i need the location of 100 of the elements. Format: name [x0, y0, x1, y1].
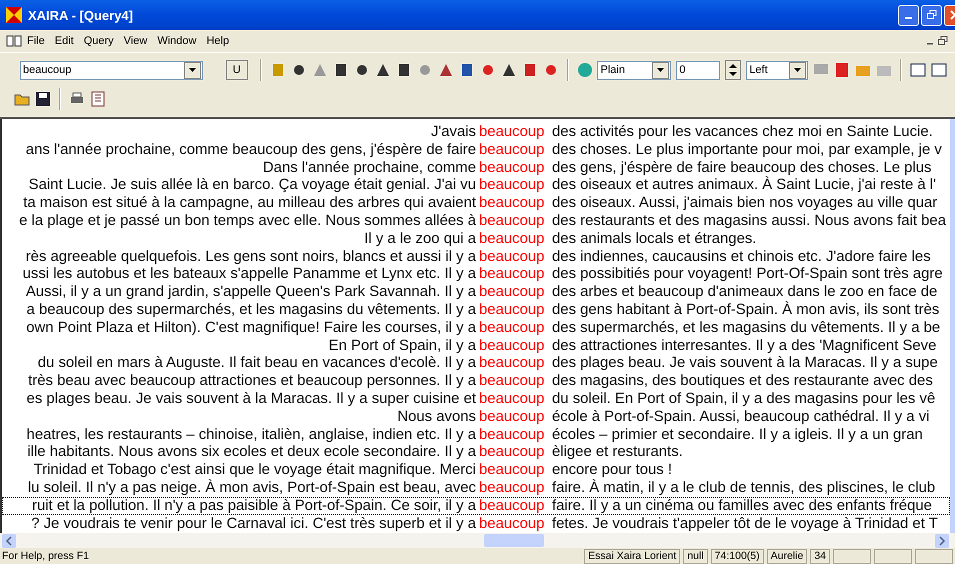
- minimize-icon: [905, 17, 912, 19]
- context-left: ruit et la pollution. Il n'y a pas paisible à Port-of-Spain. Ce soir, il y a: [32, 498, 476, 516]
- window-icon[interactable]: [910, 62, 926, 78]
- size-field[interactable]: 0: [676, 60, 720, 80]
- context-right: des animals locals et étranges.: [552, 230, 758, 249]
- context-right: des arbes et beaucoup d'animeaux dans le zoo en face de: [552, 284, 938, 301]
- context-right: des supermarchés, et les magasins du vêtements. Il y a be: [552, 320, 942, 338]
- keyword: beaucoup: [479, 373, 546, 391]
- restore-icon: [926, 10, 936, 20]
- scroll-right-icon[interactable]: [935, 534, 949, 548]
- context-left: es plages beau. Je vais souvent à la Maracas. Il y a super cuisine et: [26, 390, 476, 409]
- scroll-thumb[interactable]: [484, 534, 544, 546]
- horizontal-scrollbar[interactable]: [0, 533, 955, 548]
- context-right: des activités pour les vacances chez moi en Sainte Lucie.: [552, 124, 934, 142]
- status-panel: [915, 548, 953, 564]
- minimize-button[interactable]: [898, 4, 919, 26]
- keyword: beaucoup: [479, 320, 546, 338]
- menu-item[interactable]: Window: [152, 35, 202, 47]
- context-right: des plages beau. Je vais souvent à la Maracas. Il y a supe: [552, 355, 939, 374]
- context-right: des gens habitant à Port-of-Spain. À mon avis, ils sont très: [552, 302, 940, 320]
- keyword: beaucoup: [479, 302, 546, 320]
- book-icon: [6, 34, 22, 48]
- context-left: ille habitants. Nous avons six ecoles et deux ecole secondaire. Il y a: [27, 444, 476, 462]
- context-right: fetes. Je voudrais t'appeler tôt de le voyage à Trinidad et T: [552, 516, 939, 533]
- restore-icon[interactable]: [937, 35, 949, 47]
- keyword: beaucoup: [479, 212, 546, 231]
- context-left: heatres, les restaurants – chinoise, italièn, anglaise, indien etc. Il y a: [26, 426, 476, 444]
- context-right: des oiseaux et autres animaux. À Saint Lucie, j'ai reste à l': [552, 177, 937, 196]
- app-logo-icon: [6, 7, 22, 23]
- context-left: En Port of Spain, il y a: [328, 338, 476, 356]
- keyword: beaucoup: [479, 480, 546, 498]
- context-right: du soleil. En Port of Spain, il y a des magasins pour les vê: [552, 390, 936, 409]
- query-combo[interactable]: beaucoup: [20, 60, 203, 80]
- context-left: Saint Lucie. Je suis allée là en barco. Ça voyage était genial. J'ai vu: [28, 177, 476, 196]
- vertical-scrollbar[interactable]: [950, 119, 955, 533]
- dropdown-arrow-icon[interactable]: [794, 68, 802, 72]
- context-right: faire. À matin, il y a le club de tennis, des pliscines, le club: [552, 480, 936, 498]
- context-left: ussi les autobus et les bateaux s'appelle Panamme et Lynx etc. Il y a: [22, 266, 476, 284]
- window-icon[interactable]: [931, 62, 948, 78]
- restore-button[interactable]: [921, 4, 942, 26]
- status-panel: Essai Xaira Lorient: [584, 548, 680, 564]
- spin-icon[interactable]: [725, 60, 742, 80]
- dropdown-arrow-icon[interactable]: [657, 68, 664, 72]
- context-right: école à Port-of-Spain. Aussi, beaucoup cathédral. Il y a vi: [552, 408, 930, 427]
- keyword: beaucoup: [479, 444, 546, 462]
- u-button[interactable]: U: [226, 60, 248, 80]
- context-right: des magasins, des boutiques et des restaurante avec des: [552, 373, 934, 391]
- context-left: Nous avons: [397, 408, 476, 427]
- keyword: beaucoup: [479, 266, 546, 284]
- keyword: beaucoup: [479, 142, 546, 160]
- menu-item[interactable]: Edit: [50, 35, 79, 47]
- keyword: beaucoup: [479, 195, 546, 213]
- keyword: beaucoup: [479, 462, 546, 480]
- context-right: écoles – primier et secondaire. Il y a igleis. Il y a un gran: [552, 426, 924, 444]
- context-left: très beau avec beaucoup attractiones et beaucoup personnes. Il y a: [28, 373, 476, 391]
- context-left: Aussi, il y a un grand jardin, s'appelle Queen's Park Savannah. Il y a: [26, 284, 476, 302]
- keyword: beaucoup: [479, 338, 546, 356]
- context-right: des indiennes, caucausins et chinois etc. J'adore faire les: [552, 248, 932, 266]
- context-left: ta maison est situé à la campagne, au milleau des arbres qui avaient: [23, 195, 476, 213]
- context-left: ? Je voudrais te venir pour le Carnaval ici. C'est très superb et il y a: [31, 516, 476, 533]
- status-help-text: For Help, press F1: [2, 550, 90, 562]
- scroll-left-icon[interactable]: [2, 534, 16, 548]
- context-right: encore pour tous !: [552, 462, 674, 479]
- keyword: beaucoup: [479, 230, 546, 249]
- context-left: own Point Plaza et Hilton). C'est magnifique! Faire les courses, il y a: [26, 320, 476, 338]
- status-panel: null: [683, 548, 708, 564]
- dropdown-arrow-icon[interactable]: [188, 68, 196, 72]
- status-panel: [833, 548, 871, 564]
- context-right: des restaurants et des magasins aussi. Nous avons fait bea: [552, 212, 947, 231]
- keyword: beaucoup: [479, 248, 546, 266]
- keyword: beaucoup: [479, 498, 546, 516]
- context-left: du soleil en mars à Auguste. Il fait beau en vacances d'ecolè. Il y a: [38, 355, 476, 374]
- align-combo[interactable]: Left: [746, 60, 808, 80]
- context-left: J'avais: [430, 124, 476, 142]
- save-icon[interactable]: [35, 91, 51, 107]
- context-left: rès agreeable quelquefois. Les gens sont noirs, blancs et aussi il y a: [26, 248, 476, 266]
- context-left: lu soleil. Il n'y a pas neige. À mon avis, Port-of-Spain est beau, avec: [28, 480, 476, 498]
- context-right: des oiseaux. Aussi, j'aimais bien nos voyages au ville quar: [552, 195, 938, 213]
- status-panel: Aurelie: [766, 548, 808, 564]
- context-right: des choses. Le plus importante pour moi, par example, je v: [552, 142, 943, 160]
- status-panel: 74:100(5): [710, 548, 764, 564]
- menu-item[interactable]: Query: [78, 35, 119, 47]
- keyword: beaucoup: [479, 516, 546, 533]
- context-right: des gens, j'éspère de faire beaucoup des choses. Le plus: [552, 160, 933, 176]
- context-right: faire. Il y a un cinéma ou familles avec des enfants fréque: [552, 498, 933, 516]
- context-right: èligee et resturants.: [552, 444, 684, 462]
- keyword: beaucoup: [479, 355, 546, 374]
- context-left: ans l'année prochaine, comme beaucoup des gens, j'éspère de faire: [26, 142, 476, 160]
- status-panel: 34: [810, 548, 830, 564]
- context-right: des possibitiés pour voyagent! Port-Of-Spain sont très agre: [552, 266, 944, 284]
- menu-item[interactable]: View: [118, 35, 152, 47]
- context-left: a beaucoup des supermarchés, et les magasins du vêtements. Il y a: [26, 302, 476, 320]
- keyword: beaucoup: [479, 390, 546, 409]
- context-left: Il y a le zoo qui a: [364, 230, 476, 249]
- style-combo[interactable]: Plain: [597, 60, 672, 80]
- keyword: beaucoup: [479, 426, 546, 444]
- menu-item[interactable]: File: [22, 35, 50, 47]
- menu-item[interactable]: Help: [201, 35, 234, 47]
- context-left: Trinidad et Tobago c'est ainsi que le voyage était magnifique. Merci: [34, 462, 476, 479]
- window-title: XAIRA - [Query4]: [28, 8, 133, 22]
